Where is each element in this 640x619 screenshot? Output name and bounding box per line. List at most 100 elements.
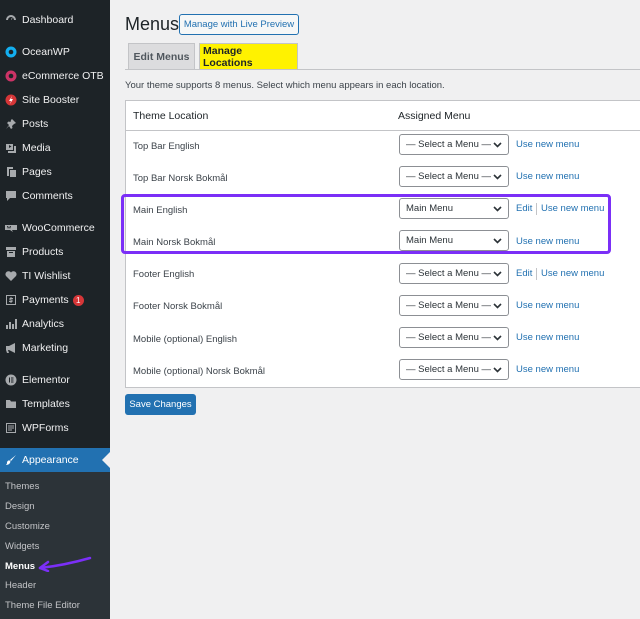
link-separator [536,268,537,280]
sidebar-item-media[interactable]: Media [0,136,110,160]
sidebar-item-wpforms[interactable]: WPForms [0,416,110,440]
select-value: — Select a Menu — [406,268,492,279]
bar-chart-icon [5,318,17,330]
sidebar-item-label: Posts [22,118,49,130]
heart-icon [5,270,17,282]
dashboard-icon [5,14,17,26]
chevron-down-icon [493,140,502,149]
chevron-down-icon [493,365,502,374]
location-label: Footer English [133,269,195,280]
use-new-menu-link[interactable]: Use new menu [516,171,579,182]
products-icon [5,246,17,258]
dollar-icon [5,294,17,306]
use-new-menu-link[interactable]: Use new menu [516,139,579,150]
sidebar-item-label: Dashboard [22,14,74,26]
appearance-submenu: Themes Design Customize Widgets Menus He… [0,472,110,619]
ecommerce-icon [5,70,17,82]
submenu-item-design[interactable]: Design [5,501,35,512]
sidebar-item-label: Comments [22,190,73,202]
menu-select[interactable]: — Select a Menu — [399,263,509,284]
sidebar-item-posts[interactable]: Posts [0,112,110,136]
location-label: Mobile (optional) English [133,334,238,345]
sidebar-item-pages[interactable]: Pages [0,160,110,184]
sidebar-item-analytics[interactable]: Analytics [0,312,110,336]
sidebar-item-appearance[interactable]: Appearance [0,448,110,472]
sidebar-item-label: eCommerce OTB [22,70,104,82]
oceanwp-icon [5,46,17,58]
chevron-down-icon [493,301,502,310]
sidebar-item-label: Templates [22,398,70,410]
sidebar-item-site-booster[interactable]: Site Booster [0,88,110,112]
submenu-item-widgets[interactable]: Widgets [5,541,39,552]
media-icon [5,142,17,154]
elementor-icon [5,374,17,386]
woocommerce-icon [5,222,17,234]
sidebar-item-label: Marketing [22,342,69,354]
megaphone-icon [5,342,17,354]
sidebar-item-products[interactable]: Products [0,240,110,264]
select-value: — Select a Menu — [406,139,492,150]
menu-select[interactable]: — Select a Menu — [399,166,509,187]
use-new-menu-link[interactable]: Use new menu [516,332,579,343]
use-new-menu-link[interactable]: Use new menu [516,364,579,375]
header-divider [126,130,640,131]
submenu-item-theme-file-editor[interactable]: Theme File Editor [5,600,80,611]
select-value: — Select a Menu — [406,171,492,182]
annotation-arrow [38,556,92,572]
submenu-item-customize[interactable]: Customize [5,521,50,532]
tab-edit-menus[interactable]: Edit Menus [128,43,195,69]
location-label: Top Bar Norsk Bokmål [133,173,228,184]
sidebar-item-label: Products [22,246,64,258]
column-header-location: Theme Location [133,110,209,122]
pin-icon [5,118,17,130]
sidebar-item-ti-wishlist[interactable]: TI Wishlist [0,264,110,288]
select-value: — Select a Menu — [406,364,492,375]
menu-select[interactable]: — Select a Menu — [399,134,509,155]
submenu-item-menus[interactable]: Menus [5,561,35,572]
tab-label: Edit Menus [133,50,190,63]
sidebar-item-comments[interactable]: Comments [0,184,110,208]
chevron-down-icon [493,269,502,278]
sidebar-item-dashboard[interactable]: Dashboard [0,8,110,32]
sidebar-item-oceanwp[interactable]: OceanWP [0,40,110,64]
annotation-highlight-box [121,194,611,254]
active-indicator [102,452,110,468]
tab-divider [125,69,640,70]
page-title: Menus [125,14,180,34]
submenu-item-header[interactable]: Header [5,580,36,591]
paintbrush-icon [5,454,17,466]
folder-icon [5,398,17,410]
notification-badge: 1 [72,294,84,306]
wpforms-icon [5,422,17,434]
admin-sidebar: Dashboard OceanWP eCommerce OTB Site Boo… [0,0,110,619]
tab-manage-locations[interactable]: Manage Locations [199,43,298,70]
submenu-item-themes[interactable]: Themes [5,481,39,492]
menu-select[interactable]: — Select a Menu — [399,295,509,316]
save-changes-button[interactable]: Save Changes [125,394,196,415]
use-new-menu-link[interactable]: Use new menu [541,268,604,279]
edit-menu-link[interactable]: Edit [516,268,532,279]
column-header-menu: Assigned Menu [398,110,471,122]
sidebar-item-templates[interactable]: Templates [0,392,110,416]
select-value: — Select a Menu — [406,332,492,343]
location-label: Footer Norsk Bokmål [133,301,223,312]
use-new-menu-link[interactable]: Use new menu [516,300,579,311]
sidebar-item-woocommerce[interactable]: WooCommerce [0,216,110,240]
sidebar-item-label: WPForms [22,422,69,434]
locations-description: Your theme supports 8 menus. Select whic… [125,80,445,91]
sidebar-item-label: TI Wishlist [22,270,71,282]
menu-select[interactable]: — Select a Menu — [399,359,509,380]
sidebar-item-ecommerce-otb[interactable]: eCommerce OTB [0,64,110,88]
tab-label: Manage Locations [200,43,297,70]
sidebar-item-marketing[interactable]: Marketing [0,336,110,360]
menu-select[interactable]: — Select a Menu — [399,327,509,348]
live-preview-button[interactable]: Manage with Live Preview [179,14,299,35]
sidebar-item-label: Appearance [22,454,79,466]
sidebar-item-payments[interactable]: Payments 1 [0,288,110,312]
chevron-down-icon [493,172,502,181]
sidebar-item-label: Elementor [22,374,70,386]
sidebar-item-elementor[interactable]: Elementor [0,368,110,392]
sidebar-item-label: OceanWP [22,46,70,58]
select-value: — Select a Menu — [406,300,492,311]
site-booster-icon [5,94,17,106]
